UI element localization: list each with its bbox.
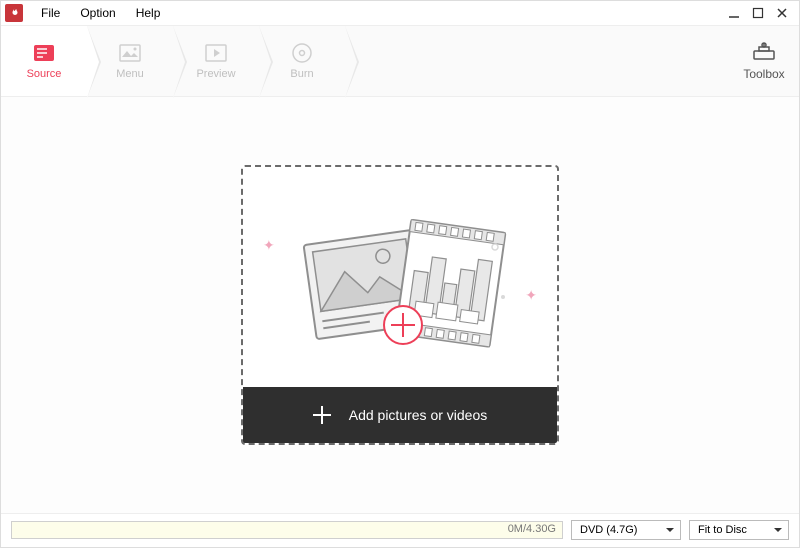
toolbox-icon: [751, 41, 777, 64]
menu-icon: [119, 42, 141, 64]
source-icon: [33, 42, 55, 64]
menu-file[interactable]: File: [31, 4, 70, 22]
sparkle-icon: ✦: [525, 287, 537, 304]
add-media-label: Add pictures or videos: [349, 407, 488, 423]
add-media-button[interactable]: Add pictures or videos: [243, 387, 557, 443]
step-label: Burn: [290, 68, 313, 80]
toolbox-button[interactable]: Toolbox: [729, 26, 799, 96]
sparkle-icon: ✦: [263, 237, 275, 254]
main-area: ✦ ✦: [1, 97, 799, 513]
fit-mode-select[interactable]: Fit to Disc: [689, 520, 789, 540]
minimize-button[interactable]: [727, 6, 741, 20]
disc-usage-bar: 0M/4.30G: [11, 521, 563, 539]
disc-type-value: DVD (4.7G): [580, 524, 637, 536]
media-illustration-icon: [285, 197, 515, 357]
menu-help[interactable]: Help: [126, 4, 171, 22]
menu-option[interactable]: Option: [70, 4, 125, 22]
burn-icon: [291, 42, 313, 64]
preview-icon: [205, 42, 227, 64]
chevron-down-icon: [666, 528, 674, 532]
window-controls: [727, 6, 795, 20]
close-button[interactable]: [775, 6, 789, 20]
disc-usage-text: 0M/4.30G: [508, 523, 556, 535]
dropzone-illustration: ✦ ✦: [243, 167, 557, 387]
step-label: Preview: [196, 68, 235, 80]
toolbox-label: Toolbox: [743, 67, 784, 81]
step-nav: Source Menu Preview Burn Toolbox: [1, 25, 799, 97]
disc-type-select[interactable]: DVD (4.7G): [571, 520, 681, 540]
menu-bar: File Option Help: [1, 1, 799, 25]
maximize-button[interactable]: [751, 6, 765, 20]
plus-icon: [313, 406, 331, 424]
app-logo: [5, 4, 23, 22]
step-label: Menu: [116, 68, 144, 80]
step-source[interactable]: Source: [1, 26, 87, 96]
flame-icon: [8, 7, 20, 19]
fit-mode-value: Fit to Disc: [698, 524, 747, 536]
dropzone[interactable]: ✦ ✦: [241, 165, 559, 445]
status-bar: 0M/4.30G DVD (4.7G) Fit to Disc: [1, 513, 799, 545]
step-label: Source: [27, 68, 62, 80]
chevron-down-icon: [774, 528, 782, 532]
